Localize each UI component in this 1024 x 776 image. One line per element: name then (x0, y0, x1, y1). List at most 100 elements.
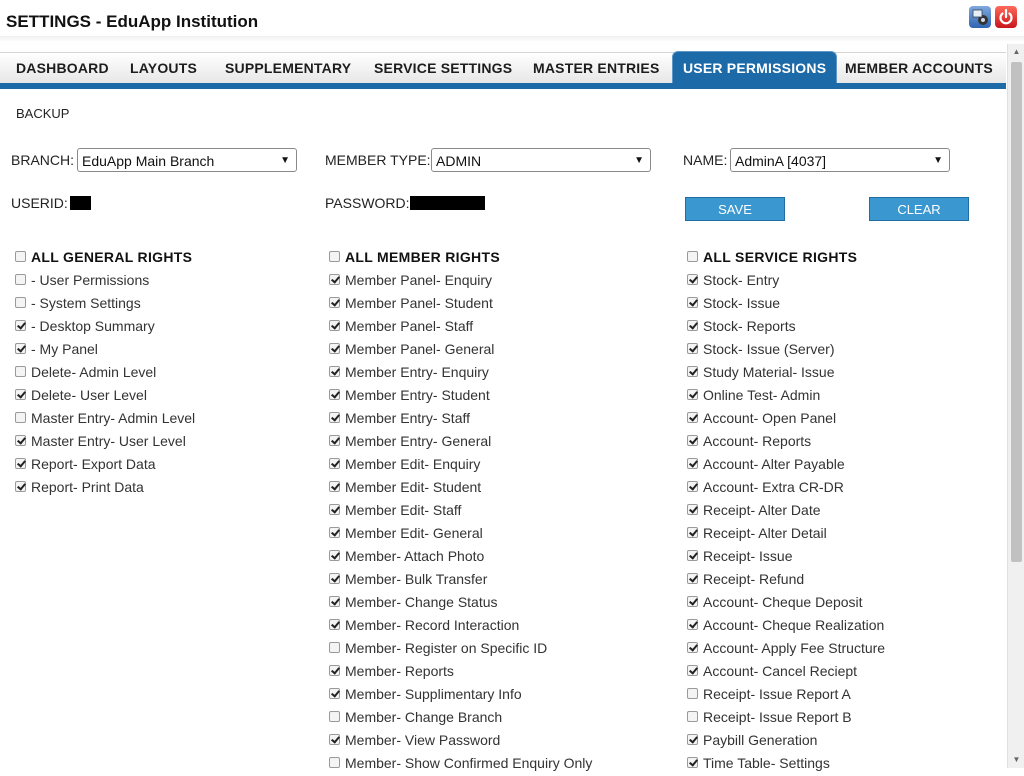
permission-checkbox[interactable] (687, 665, 698, 676)
permission-row[interactable]: Master Entry- User Level (15, 431, 195, 454)
permission-checkbox[interactable] (329, 412, 340, 423)
permission-row[interactable]: Report- Print Data (15, 477, 195, 500)
scroll-thumb[interactable] (1011, 62, 1022, 562)
permission-checkbox[interactable] (329, 320, 340, 331)
permission-row[interactable]: - System Settings (15, 293, 195, 316)
clear-button[interactable]: CLEAR (869, 197, 969, 221)
permission-row[interactable]: Member- Attach Photo (329, 546, 592, 569)
permission-checkbox[interactable] (687, 711, 698, 722)
gear-icon[interactable] (969, 6, 991, 28)
tab-master-entries[interactable]: MASTER ENTRIES (533, 53, 659, 84)
permission-row[interactable]: Account- Apply Fee Structure (687, 638, 885, 661)
permission-checkbox[interactable] (687, 274, 698, 285)
permission-row[interactable]: Receipt- Alter Detail (687, 523, 885, 546)
tab-supplementary[interactable]: SUPPLEMENTARY (225, 53, 351, 84)
permission-checkbox[interactable] (687, 596, 698, 607)
scroll-up-arrow-icon[interactable]: ▲ (1008, 44, 1024, 60)
permission-checkbox[interactable] (687, 297, 698, 308)
permission-checkbox[interactable] (687, 504, 698, 515)
permission-checkbox[interactable] (15, 274, 26, 285)
permission-checkbox[interactable] (687, 734, 698, 745)
permission-checkbox[interactable] (329, 366, 340, 377)
member-type-select[interactable]: ADMIN ▼ (431, 148, 651, 172)
general-rights-all-checkbox[interactable] (15, 251, 26, 262)
permission-row[interactable]: Account- Alter Payable (687, 454, 885, 477)
permission-checkbox[interactable] (329, 504, 340, 515)
permission-row[interactable]: Online Test- Admin (687, 385, 885, 408)
permission-checkbox[interactable] (687, 435, 698, 446)
tab-service-settings[interactable]: SERVICE SETTINGS (374, 53, 512, 84)
permission-row[interactable]: Member- Supplimentary Info (329, 684, 592, 707)
permission-row[interactable]: Account- Extra CR-DR (687, 477, 885, 500)
permission-row[interactable]: Time Table- Settings (687, 753, 885, 776)
permission-checkbox[interactable] (329, 573, 340, 584)
backup-link[interactable]: BACKUP (16, 106, 69, 121)
permission-row[interactable]: Account- Cheque Deposit (687, 592, 885, 615)
service-rights-all-checkbox[interactable] (687, 251, 698, 262)
permission-row[interactable]: - My Panel (15, 339, 195, 362)
permission-checkbox[interactable] (15, 343, 26, 354)
permission-row[interactable]: Member Entry- Student (329, 385, 592, 408)
permission-checkbox[interactable] (687, 412, 698, 423)
permission-checkbox[interactable] (687, 619, 698, 630)
permission-row[interactable]: Paybill Generation (687, 730, 885, 753)
permission-row[interactable]: Receipt- Issue (687, 546, 885, 569)
page-scrollbar[interactable]: ▲ ▼ (1007, 44, 1024, 768)
scroll-down-arrow-icon[interactable]: ▼ (1008, 752, 1024, 768)
permission-row[interactable]: Account- Cancel Reciept (687, 661, 885, 684)
permission-checkbox[interactable] (687, 320, 698, 331)
permission-row[interactable]: Member Edit- Staff (329, 500, 592, 523)
member-rights-all-checkbox[interactable] (329, 251, 340, 262)
general-rights-all-checkbox-row[interactable]: ALL GENERAL RIGHTS (15, 247, 195, 270)
permission-checkbox[interactable] (15, 366, 26, 377)
permission-row[interactable]: Account- Open Panel (687, 408, 885, 431)
permission-row[interactable]: Member- Show Confirmed Enquiry Only (329, 753, 592, 776)
permission-row[interactable]: - Desktop Summary (15, 316, 195, 339)
permission-row[interactable]: Member- View Password (329, 730, 592, 753)
permission-checkbox[interactable] (687, 688, 698, 699)
permission-checkbox[interactable] (329, 343, 340, 354)
permission-row[interactable]: Member Panel- Student (329, 293, 592, 316)
permission-row[interactable]: Report- Export Data (15, 454, 195, 477)
permission-checkbox[interactable] (687, 458, 698, 469)
permission-checkbox[interactable] (687, 642, 698, 653)
tab-dashboard[interactable]: DASHBOARD (16, 53, 109, 84)
tab-user-permissions[interactable]: USER PERMISSIONS (672, 51, 838, 85)
branch-select[interactable]: EduApp Main Branch ▼ (77, 148, 297, 172)
permission-checkbox[interactable] (329, 435, 340, 446)
permission-checkbox[interactable] (15, 297, 26, 308)
permission-row[interactable]: Member Panel- General (329, 339, 592, 362)
permission-row[interactable]: Member Panel- Staff (329, 316, 592, 339)
permission-row[interactable]: Delete- Admin Level (15, 362, 195, 385)
power-icon[interactable] (995, 6, 1017, 28)
permission-checkbox[interactable] (329, 481, 340, 492)
permission-row[interactable]: Member- Record Interaction (329, 615, 592, 638)
permission-row[interactable]: Stock- Reports (687, 316, 885, 339)
permission-checkbox[interactable] (15, 412, 26, 423)
permission-row[interactable]: Account- Cheque Realization (687, 615, 885, 638)
permission-checkbox[interactable] (15, 435, 26, 446)
permission-checkbox[interactable] (687, 343, 698, 354)
permission-checkbox[interactable] (687, 366, 698, 377)
permission-checkbox[interactable] (687, 481, 698, 492)
permission-row[interactable]: Study Material- Issue (687, 362, 885, 385)
permission-checkbox[interactable] (687, 389, 698, 400)
permission-row[interactable]: Member- Bulk Transfer (329, 569, 592, 592)
permission-row[interactable]: Receipt- Issue Report A (687, 684, 885, 707)
permission-checkbox[interactable] (15, 389, 26, 400)
name-select[interactable]: AdminA [4037] ▼ (730, 148, 950, 172)
permission-checkbox[interactable] (15, 481, 26, 492)
permission-row[interactable]: Receipt- Alter Date (687, 500, 885, 523)
permission-row[interactable]: Member Edit- General (329, 523, 592, 546)
permission-row[interactable]: Member- Change Branch (329, 707, 592, 730)
permission-checkbox[interactable] (329, 297, 340, 308)
permission-row[interactable]: Stock- Issue (Server) (687, 339, 885, 362)
tab-member-accounts[interactable]: MEMBER ACCOUNTS (845, 53, 993, 84)
permission-row[interactable]: Delete- User Level (15, 385, 195, 408)
permission-checkbox[interactable] (329, 757, 340, 768)
permission-checkbox[interactable] (329, 711, 340, 722)
permission-row[interactable]: Member Edit- Enquiry (329, 454, 592, 477)
permission-row[interactable]: Receipt- Refund (687, 569, 885, 592)
permission-row[interactable]: Member Entry- Enquiry (329, 362, 592, 385)
save-button[interactable]: SAVE (685, 197, 785, 221)
